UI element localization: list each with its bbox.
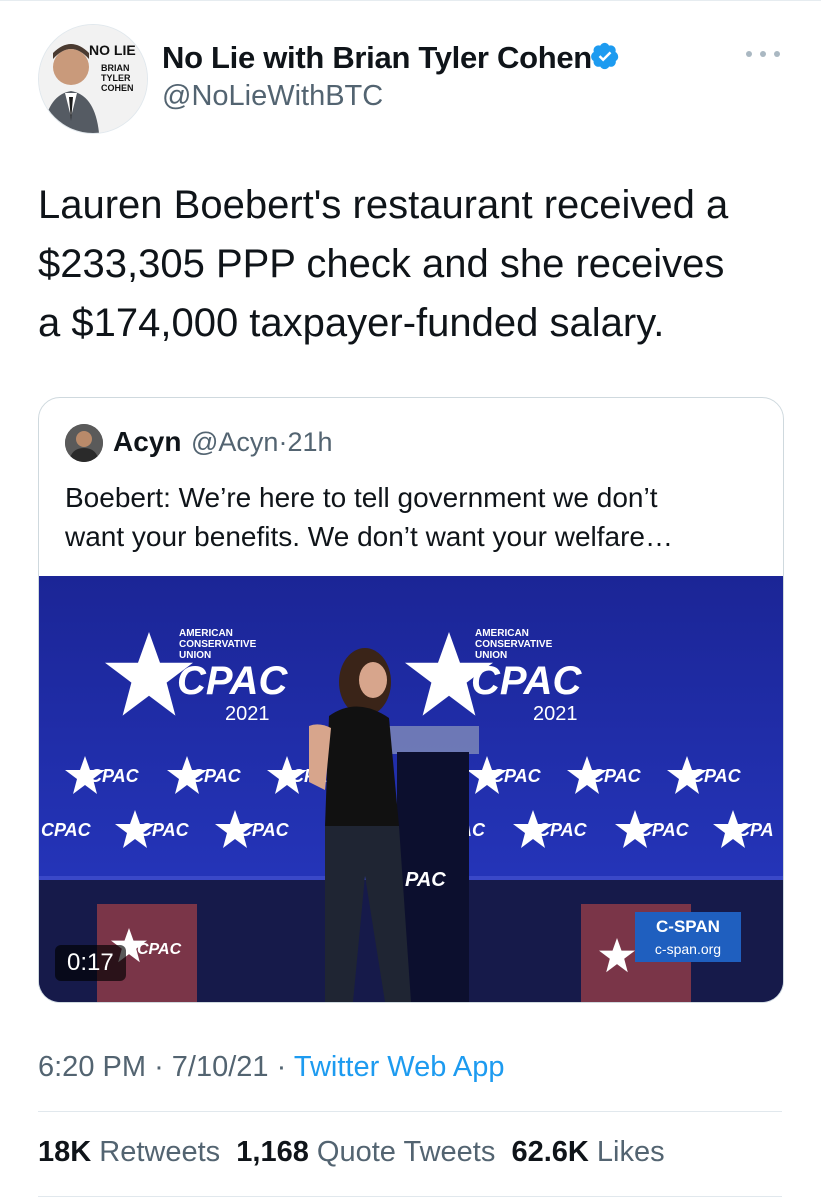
- banner-year: 2021: [225, 703, 270, 725]
- svg-text:AMERICAN: AMERICAN: [179, 628, 233, 639]
- author-name[interactable]: No Lie with Brian Tyler Cohen: [162, 40, 592, 76]
- quote-author-handle: @Acyn: [191, 427, 279, 457]
- quote-line: Boebert: We’re here to tell government w…: [65, 482, 658, 513]
- author-avatar[interactable]: NO LIE BRIAN TYLER COHEN: [38, 24, 148, 134]
- svg-text:CPAC: CPAC: [491, 766, 542, 786]
- tweet-text: Lauren Boebert's restaurant received a $…: [38, 176, 798, 353]
- tweet-time[interactable]: 6:20 PM: [38, 1051, 146, 1083]
- svg-text:CPAC: CPAC: [239, 820, 290, 840]
- author-handle[interactable]: @NoLieWithBTC: [162, 80, 383, 113]
- svg-text:CONSERVATIVE: CONSERVATIVE: [475, 639, 553, 650]
- svg-text:CPAC: CPAC: [191, 766, 242, 786]
- quote-tweet-card[interactable]: Acyn @Acyn·21h Boebert: We’re here to te…: [38, 397, 784, 1003]
- quote-time: 21h: [287, 427, 333, 457]
- retweets-label: Retweets: [99, 1136, 221, 1168]
- retweets-count: 18K: [38, 1136, 92, 1168]
- svg-text:CONSERVATIVE: CONSERVATIVE: [179, 639, 257, 650]
- svg-text:CPAC: CPAC: [537, 820, 588, 840]
- tweet-meta: 6:20 PM · 7/10/21 · Twitter Web App: [38, 1051, 504, 1084]
- likes-stat[interactable]: 62.6K Likes: [511, 1136, 664, 1168]
- tweet-line: a $174,000 taxpayer-funded salary.: [38, 301, 665, 345]
- quote-author-meta[interactable]: @Acyn·21h: [191, 427, 333, 458]
- quote-tweets-count: 1,168: [236, 1136, 309, 1168]
- tweet-source-link[interactable]: Twitter Web App: [294, 1051, 505, 1083]
- likes-label: Likes: [596, 1136, 665, 1168]
- svg-text:TYLER: TYLER: [101, 73, 131, 83]
- engagement-stats: 18K Retweets 1,168 Quote Tweets 62.6K Li…: [38, 1136, 665, 1169]
- svg-text:CPA: CPA: [737, 820, 774, 840]
- svg-text:COHEN: COHEN: [101, 83, 134, 93]
- svg-text:CPAC: CPAC: [137, 941, 182, 958]
- svg-text:CPAC: CPAC: [639, 820, 690, 840]
- cspan-title: C-SPAN: [656, 917, 720, 936]
- stats-divider-top: [38, 1111, 782, 1112]
- meta-separator: ·: [276, 1051, 287, 1083]
- svg-text:AMERICAN: AMERICAN: [475, 628, 529, 639]
- avatar-logo-text: NO LIE: [89, 42, 136, 58]
- video-duration: 0:17: [55, 945, 126, 981]
- video-frame: AMERICAN CONSERVATIVE UNION CPAC 2021 AM…: [39, 576, 783, 1002]
- likes-count: 62.6K: [511, 1136, 589, 1168]
- retweets-stat[interactable]: 18K Retweets: [38, 1136, 220, 1168]
- tweet-line: $233,305 PPP check and she receives: [38, 242, 725, 286]
- quote-text: Boebert: We’re here to tell government w…: [65, 478, 765, 556]
- svg-text:CPAC: CPAC: [41, 820, 92, 840]
- quote-tweets-label: Quote Tweets: [316, 1136, 496, 1168]
- quote-tweets-stat[interactable]: 1,168 Quote Tweets: [236, 1136, 495, 1168]
- banner-name: CPAC: [177, 659, 288, 703]
- svg-text:CPAC: CPAC: [471, 659, 582, 703]
- verified-badge-icon: [591, 42, 619, 70]
- quote-author-avatar[interactable]: [65, 424, 103, 462]
- svg-text:CPAC: CPAC: [139, 820, 190, 840]
- quote-line: want your benefits. We don’t want your w…: [65, 521, 674, 552]
- cspan-url: c-span.org: [655, 941, 721, 957]
- quote-author-name[interactable]: Acyn: [113, 426, 181, 458]
- svg-text:2021: 2021: [533, 703, 578, 725]
- stats-divider-bottom: [38, 1196, 782, 1197]
- video-player[interactable]: AMERICAN CONSERVATIVE UNION CPAC 2021 AM…: [39, 576, 783, 1002]
- top-divider: [0, 0, 821, 1]
- tweet-line: Lauren Boebert's restaurant received a: [38, 183, 729, 227]
- more-options-icon[interactable]: [746, 48, 780, 60]
- svg-text:CPAC: CPAC: [591, 766, 642, 786]
- meta-separator: ·: [154, 1051, 164, 1083]
- svg-text:CPAC: CPAC: [89, 766, 140, 786]
- svg-text:BRIAN: BRIAN: [101, 63, 130, 73]
- tweet-date[interactable]: 7/10/21: [172, 1051, 269, 1083]
- svg-text:PAC: PAC: [405, 869, 446, 891]
- svg-text:CPAC: CPAC: [691, 766, 742, 786]
